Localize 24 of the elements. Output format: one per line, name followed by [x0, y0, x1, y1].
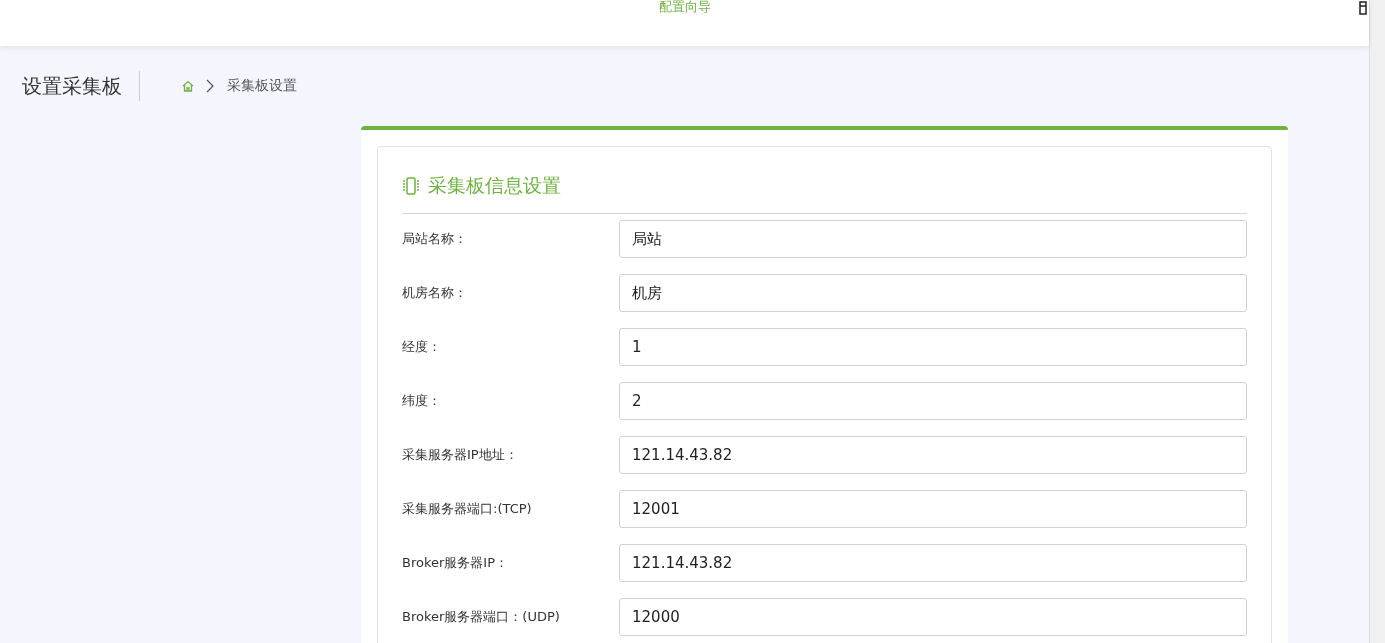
scrollbar[interactable] — [1369, 0, 1385, 643]
field-label: 局站名称： — [402, 230, 468, 248]
panel-title: 采集板信息设置 — [428, 173, 561, 198]
input-field[interactable]: 1 — [619, 328, 1247, 366]
field-label: 纬度： — [402, 392, 442, 410]
input-field[interactable]: 机房 — [619, 274, 1247, 312]
field-label: 经度： — [402, 338, 442, 356]
input-field[interactable]: 121.14.43.82 — [619, 436, 1247, 474]
input-field[interactable]: 局站 — [619, 220, 1247, 258]
input-field[interactable]: 2 — [619, 382, 1247, 420]
device-icon — [402, 177, 420, 195]
field-label: 机房名称： — [402, 284, 468, 302]
breadcrumb-item[interactable]: 采集板设置 — [227, 77, 297, 95]
input-field[interactable]: 12001 — [619, 490, 1247, 528]
expand-icon[interactable] — [1359, 1, 1367, 15]
chevron-icon — [205, 79, 215, 93]
field-label: Broker服务器端口：(UDP) — [402, 608, 561, 626]
field-label: Broker服务器IP： — [402, 554, 509, 572]
input-field[interactable]: 121.14.43.82 — [619, 544, 1247, 582]
input-field[interactable]: 12000 — [619, 598, 1247, 636]
page-title: 设置采集板 — [22, 72, 122, 100]
field-label: 采集服务器端口:(TCP) — [402, 500, 533, 518]
home-icon[interactable] — [181, 79, 195, 93]
field-label: 采集服务器IP地址： — [402, 446, 519, 464]
